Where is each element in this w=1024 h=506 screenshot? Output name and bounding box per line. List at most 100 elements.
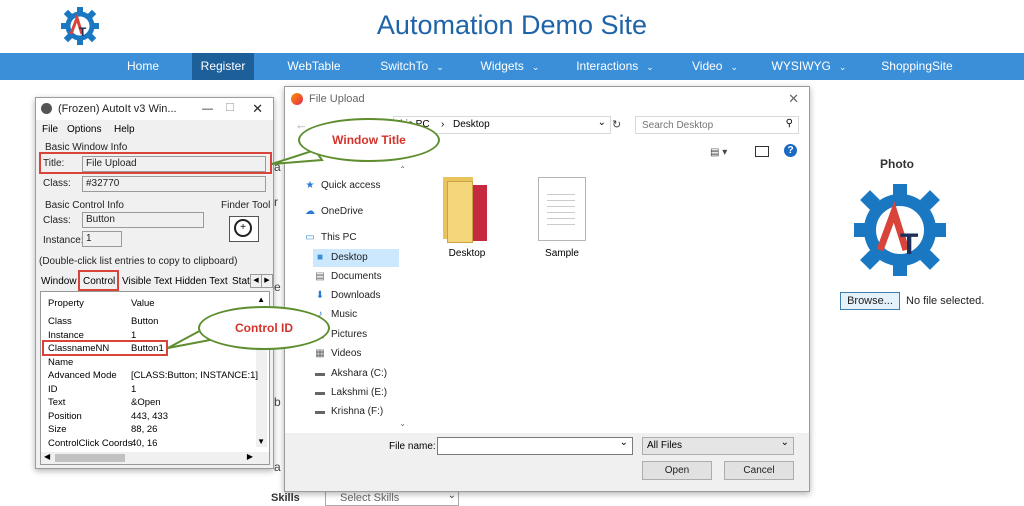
nav-pane-item[interactable]: ▦ Videos: [313, 345, 361, 363]
scroll-left-icon[interactable]: ◀: [44, 452, 50, 461]
nav-pane-item[interactable]: ■ Desktop: [313, 249, 399, 267]
property-cell: ID: [48, 383, 58, 395]
nav-pane-item[interactable]: ▭ This PC: [303, 229, 356, 247]
value-cell: [CLASS:Button; INSTANCE:1]: [131, 370, 259, 381]
nav-label: Home: [126, 59, 159, 73]
open-button[interactable]: Open: [642, 461, 712, 480]
ctrl-class-field[interactable]: Button: [82, 212, 204, 228]
nav-shoppingsite[interactable]: ShoppingSite: [872, 53, 962, 80]
view-options-icon[interactable]: ▤ ▾: [710, 147, 727, 158]
nav-pane-item[interactable]: ☁ OneDrive: [303, 203, 363, 221]
file-item-desktop[interactable]: Desktop: [435, 175, 499, 265]
nav-pane-item[interactable]: ▬ Krishna (F:): [313, 403, 383, 421]
menu-help[interactable]: Help: [114, 124, 135, 135]
crosshair-icon: +: [234, 219, 252, 237]
control-id-callout: Control ID: [198, 306, 330, 350]
scroll-up-icon[interactable]: ⌃: [399, 165, 406, 174]
cancel-button[interactable]: Cancel: [724, 461, 794, 480]
property-cell: Size: [48, 424, 67, 435]
autoit-title: (Frozen) AutoIt v3 Win...: [58, 103, 177, 115]
class-field[interactable]: #32770: [82, 176, 266, 192]
tab-status[interactable]: Stat: [232, 276, 250, 287]
nav-pane-item[interactable]: ⬇ Downloads: [313, 287, 381, 305]
site-title: Automation Demo Site: [376, 10, 648, 40]
ctrl-class-label: Class:: [43, 215, 71, 226]
svg-text:T: T: [900, 228, 918, 261]
scroll-right-icon[interactable]: ▶: [247, 452, 253, 461]
chevron-down-icon[interactable]: ⌄: [598, 115, 606, 131]
col-value-header[interactable]: Value: [131, 298, 155, 309]
table-row[interactable]: Advanced Mode [CLASS:Button; INSTANCE:1]: [41, 370, 258, 383]
table-row[interactable]: Text &Open: [41, 397, 251, 410]
nav-wysiwyg[interactable]: WYSIWYG ⌄: [764, 53, 854, 80]
menu-file[interactable]: File: [42, 124, 58, 135]
class-label: Class:: [43, 178, 71, 189]
tab-visible-text[interactable]: Visible Text: [122, 276, 172, 287]
value-cell: 1: [131, 329, 137, 341]
preview-pane-icon[interactable]: [755, 146, 769, 157]
nav-home[interactable]: Home: [113, 53, 173, 80]
file-name: Desktop: [448, 248, 486, 259]
nav-pane-label: Akshara (C:): [331, 368, 388, 379]
property-cell: Class: [48, 316, 72, 327]
file-type-select[interactable]: All Files ⌄: [642, 437, 794, 455]
video-icon: ▦: [315, 348, 325, 359]
nav-interactions[interactable]: Interactions ⌄: [568, 53, 662, 80]
col-property-header[interactable]: Property: [48, 298, 84, 309]
table-row[interactable]: ControlClick Coords 40, 16: [41, 438, 251, 451]
file-item-sample[interactable]: Sample: [530, 175, 594, 265]
autoit-tabs: Window Control Visible Text Hidden Text …: [39, 272, 273, 290]
close-icon[interactable]: ✕: [788, 87, 799, 111]
instance-label: Instance:: [43, 235, 84, 246]
nav-label: Register: [200, 59, 246, 73]
value-cell: &Open: [131, 397, 161, 408]
horizontal-scrollbar[interactable]: ◀ ▶: [41, 452, 269, 464]
chevron-down-icon: ⌄: [531, 62, 540, 72]
skills-select[interactable]: Select Skills ⌄: [325, 490, 459, 506]
tab-scroll-right-icon[interactable]: ▶: [261, 274, 273, 288]
table-row[interactable]: Name: [41, 357, 251, 370]
autoit-menubar: File Options Help: [36, 122, 273, 138]
close-icon[interactable]: ✕: [252, 98, 263, 120]
value-cell: 443, 433: [131, 410, 168, 422]
maximize-icon[interactable]: ☐: [225, 97, 235, 119]
nav-switchto[interactable]: SwitchTo ⌄: [372, 53, 452, 80]
chevron-down-icon[interactable]: ⌄: [620, 437, 628, 448]
nav-pane-item[interactable]: ▬ Lakshmi (E:): [313, 384, 387, 402]
table-row[interactable]: Size 88, 26: [41, 424, 251, 437]
scroll-up-icon[interactable]: ▲: [257, 295, 265, 304]
table-row[interactable]: Position 443, 433: [41, 411, 251, 424]
refresh-icon[interactable]: ↻: [612, 118, 621, 131]
help-icon[interactable]: ?: [784, 144, 797, 157]
nav-pane-item[interactable]: ▤ Documents: [313, 268, 381, 286]
tab-window[interactable]: Window: [41, 276, 77, 287]
table-row[interactable]: ID 1: [41, 384, 251, 397]
nav-register[interactable]: Register: [192, 53, 254, 80]
menu-options[interactable]: Options: [67, 124, 101, 135]
search-box[interactable]: ⚲: [635, 116, 799, 134]
tab-hidden-text[interactable]: Hidden Text: [175, 276, 228, 287]
search-input[interactable]: [640, 118, 774, 133]
scroll-down-icon[interactable]: ▼: [257, 437, 265, 446]
minimize-icon[interactable]: —: [202, 98, 213, 120]
drive-icon: ▬: [315, 368, 325, 379]
nav-widgets[interactable]: Widgets ⌄: [470, 53, 550, 80]
basic-control-info-label: Basic Control Info: [45, 200, 124, 211]
hscroll-thumb[interactable]: [55, 454, 125, 462]
finder-tool[interactable]: +: [229, 216, 259, 242]
site-nav: Home Register WebTable SwitchTo ⌄ Widgets…: [0, 53, 1024, 80]
browse-button[interactable]: Browse...: [840, 292, 900, 310]
value-cell: 40, 16: [131, 437, 158, 449]
nav-pane-item[interactable]: ▬ Akshara (C:): [313, 365, 387, 383]
nav-video[interactable]: Video ⌄: [680, 53, 750, 80]
chevron-down-icon: ⌄: [838, 62, 847, 72]
nav-pane-label: Quick access: [321, 180, 381, 191]
nav-pane-label: Krishna (F:): [331, 406, 384, 417]
scroll-down-icon[interactable]: ⌄: [399, 419, 406, 428]
breadcrumb-desktop[interactable]: Desktop: [453, 117, 490, 133]
instance-field[interactable]: 1: [82, 231, 122, 247]
nav-pane-item[interactable]: ★ Quick access: [303, 177, 381, 195]
nav-webtable[interactable]: WebTable: [278, 53, 350, 80]
filename-input[interactable]: ⌄: [437, 437, 633, 455]
nav-label: SwitchTo: [380, 59, 429, 73]
